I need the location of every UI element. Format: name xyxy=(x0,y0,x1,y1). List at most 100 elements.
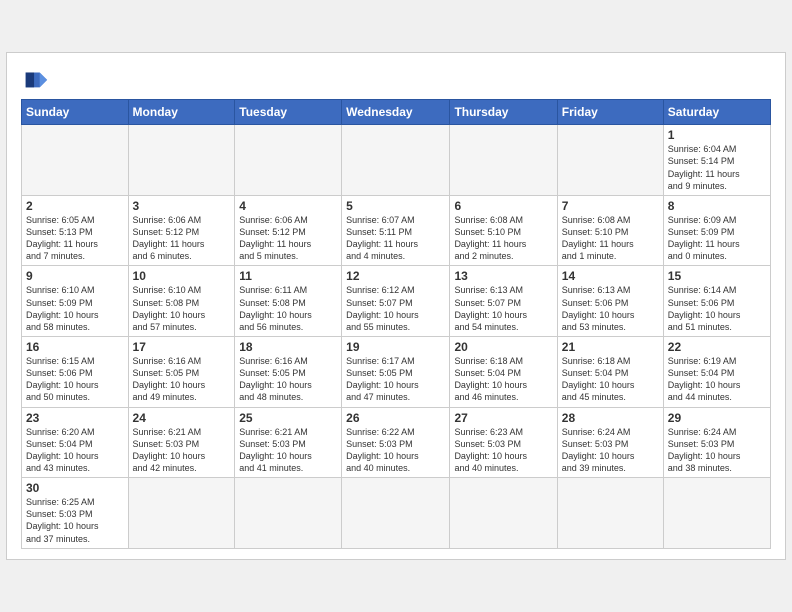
day-info: Sunrise: 6:23 AM Sunset: 5:03 PM Dayligh… xyxy=(454,426,552,475)
day-number: 18 xyxy=(239,340,337,354)
weekday-header-tuesday: Tuesday xyxy=(235,100,342,125)
week-row-0: 1Sunrise: 6:04 AM Sunset: 5:14 PM Daylig… xyxy=(22,125,771,196)
day-number: 22 xyxy=(668,340,766,354)
calendar-cell: 11Sunrise: 6:11 AM Sunset: 5:08 PM Dayli… xyxy=(235,266,342,337)
day-info: Sunrise: 6:12 AM Sunset: 5:07 PM Dayligh… xyxy=(346,284,445,333)
calendar-cell: 24Sunrise: 6:21 AM Sunset: 5:03 PM Dayli… xyxy=(128,407,235,478)
calendar-table: SundayMondayTuesdayWednesdayThursdayFrid… xyxy=(21,99,771,548)
day-info: Sunrise: 6:21 AM Sunset: 5:03 PM Dayligh… xyxy=(239,426,337,475)
day-number: 23 xyxy=(26,411,124,425)
calendar-cell: 3Sunrise: 6:06 AM Sunset: 5:12 PM Daylig… xyxy=(128,195,235,266)
weekday-header-monday: Monday xyxy=(128,100,235,125)
calendar-cell: 9Sunrise: 6:10 AM Sunset: 5:09 PM Daylig… xyxy=(22,266,129,337)
calendar-cell xyxy=(342,478,450,549)
calendar-container: SundayMondayTuesdayWednesdayThursdayFrid… xyxy=(6,52,786,559)
day-info: Sunrise: 6:08 AM Sunset: 5:10 PM Dayligh… xyxy=(562,214,659,263)
calendar-cell: 6Sunrise: 6:08 AM Sunset: 5:10 PM Daylig… xyxy=(450,195,557,266)
calendar-cell: 12Sunrise: 6:12 AM Sunset: 5:07 PM Dayli… xyxy=(342,266,450,337)
calendar-cell: 27Sunrise: 6:23 AM Sunset: 5:03 PM Dayli… xyxy=(450,407,557,478)
day-number: 21 xyxy=(562,340,659,354)
day-info: Sunrise: 6:18 AM Sunset: 5:04 PM Dayligh… xyxy=(454,355,552,404)
day-info: Sunrise: 6:18 AM Sunset: 5:04 PM Dayligh… xyxy=(562,355,659,404)
calendar-cell: 25Sunrise: 6:21 AM Sunset: 5:03 PM Dayli… xyxy=(235,407,342,478)
day-number: 8 xyxy=(668,199,766,213)
calendar-cell: 30Sunrise: 6:25 AM Sunset: 5:03 PM Dayli… xyxy=(22,478,129,549)
calendar-cell xyxy=(22,125,129,196)
day-number: 24 xyxy=(133,411,231,425)
calendar-cell: 1Sunrise: 6:04 AM Sunset: 5:14 PM Daylig… xyxy=(663,125,770,196)
calendar-cell xyxy=(235,478,342,549)
weekday-header-row: SundayMondayTuesdayWednesdayThursdayFrid… xyxy=(22,100,771,125)
week-row-3: 16Sunrise: 6:15 AM Sunset: 5:06 PM Dayli… xyxy=(22,337,771,408)
day-info: Sunrise: 6:16 AM Sunset: 5:05 PM Dayligh… xyxy=(239,355,337,404)
calendar-cell xyxy=(128,125,235,196)
day-number: 27 xyxy=(454,411,552,425)
calendar-cell: 8Sunrise: 6:09 AM Sunset: 5:09 PM Daylig… xyxy=(663,195,770,266)
weekday-header-thursday: Thursday xyxy=(450,100,557,125)
calendar-cell: 20Sunrise: 6:18 AM Sunset: 5:04 PM Dayli… xyxy=(450,337,557,408)
day-number: 28 xyxy=(562,411,659,425)
day-number: 19 xyxy=(346,340,445,354)
week-row-2: 9Sunrise: 6:10 AM Sunset: 5:09 PM Daylig… xyxy=(22,266,771,337)
day-info: Sunrise: 6:24 AM Sunset: 5:03 PM Dayligh… xyxy=(668,426,766,475)
calendar-cell xyxy=(450,125,557,196)
day-info: Sunrise: 6:10 AM Sunset: 5:08 PM Dayligh… xyxy=(133,284,231,333)
day-info: Sunrise: 6:04 AM Sunset: 5:14 PM Dayligh… xyxy=(668,143,766,192)
day-number: 3 xyxy=(133,199,231,213)
calendar-cell xyxy=(557,478,663,549)
day-number: 25 xyxy=(239,411,337,425)
day-number: 20 xyxy=(454,340,552,354)
day-info: Sunrise: 6:07 AM Sunset: 5:11 PM Dayligh… xyxy=(346,214,445,263)
day-number: 9 xyxy=(26,269,124,283)
calendar-cell: 14Sunrise: 6:13 AM Sunset: 5:06 PM Dayli… xyxy=(557,266,663,337)
day-number: 26 xyxy=(346,411,445,425)
day-number: 10 xyxy=(133,269,231,283)
day-info: Sunrise: 6:06 AM Sunset: 5:12 PM Dayligh… xyxy=(239,214,337,263)
calendar-cell xyxy=(450,478,557,549)
calendar-header: SundayMondayTuesdayWednesdayThursdayFrid… xyxy=(22,100,771,125)
day-number: 29 xyxy=(668,411,766,425)
calendar-cell xyxy=(235,125,342,196)
calendar-cell: 4Sunrise: 6:06 AM Sunset: 5:12 PM Daylig… xyxy=(235,195,342,266)
day-number: 7 xyxy=(562,199,659,213)
week-row-1: 2Sunrise: 6:05 AM Sunset: 5:13 PM Daylig… xyxy=(22,195,771,266)
calendar-cell: 21Sunrise: 6:18 AM Sunset: 5:04 PM Dayli… xyxy=(557,337,663,408)
weekday-header-sunday: Sunday xyxy=(22,100,129,125)
day-info: Sunrise: 6:24 AM Sunset: 5:03 PM Dayligh… xyxy=(562,426,659,475)
calendar-cell: 5Sunrise: 6:07 AM Sunset: 5:11 PM Daylig… xyxy=(342,195,450,266)
day-number: 16 xyxy=(26,340,124,354)
day-number: 11 xyxy=(239,269,337,283)
week-row-4: 23Sunrise: 6:20 AM Sunset: 5:04 PM Dayli… xyxy=(22,407,771,478)
calendar-cell: 22Sunrise: 6:19 AM Sunset: 5:04 PM Dayli… xyxy=(663,337,770,408)
day-info: Sunrise: 6:05 AM Sunset: 5:13 PM Dayligh… xyxy=(26,214,124,263)
day-info: Sunrise: 6:13 AM Sunset: 5:07 PM Dayligh… xyxy=(454,284,552,333)
day-info: Sunrise: 6:11 AM Sunset: 5:08 PM Dayligh… xyxy=(239,284,337,333)
calendar-cell: 23Sunrise: 6:20 AM Sunset: 5:04 PM Dayli… xyxy=(22,407,129,478)
day-number: 17 xyxy=(133,340,231,354)
day-number: 1 xyxy=(668,128,766,142)
calendar-cell: 2Sunrise: 6:05 AM Sunset: 5:13 PM Daylig… xyxy=(22,195,129,266)
day-info: Sunrise: 6:13 AM Sunset: 5:06 PM Dayligh… xyxy=(562,284,659,333)
day-info: Sunrise: 6:22 AM Sunset: 5:03 PM Dayligh… xyxy=(346,426,445,475)
calendar-cell: 15Sunrise: 6:14 AM Sunset: 5:06 PM Dayli… xyxy=(663,266,770,337)
day-number: 14 xyxy=(562,269,659,283)
calendar-body: 1Sunrise: 6:04 AM Sunset: 5:14 PM Daylig… xyxy=(22,125,771,548)
day-info: Sunrise: 6:21 AM Sunset: 5:03 PM Dayligh… xyxy=(133,426,231,475)
calendar-cell xyxy=(557,125,663,196)
day-info: Sunrise: 6:10 AM Sunset: 5:09 PM Dayligh… xyxy=(26,284,124,333)
day-number: 6 xyxy=(454,199,552,213)
calendar-cell: 10Sunrise: 6:10 AM Sunset: 5:08 PM Dayli… xyxy=(128,266,235,337)
calendar-cell: 19Sunrise: 6:17 AM Sunset: 5:05 PM Dayli… xyxy=(342,337,450,408)
day-number: 13 xyxy=(454,269,552,283)
day-info: Sunrise: 6:06 AM Sunset: 5:12 PM Dayligh… xyxy=(133,214,231,263)
day-info: Sunrise: 6:25 AM Sunset: 5:03 PM Dayligh… xyxy=(26,496,124,545)
calendar-cell xyxy=(663,478,770,549)
logo-icon xyxy=(21,65,49,93)
calendar-cell: 29Sunrise: 6:24 AM Sunset: 5:03 PM Dayli… xyxy=(663,407,770,478)
calendar-cell: 16Sunrise: 6:15 AM Sunset: 5:06 PM Dayli… xyxy=(22,337,129,408)
day-info: Sunrise: 6:09 AM Sunset: 5:09 PM Dayligh… xyxy=(668,214,766,263)
week-row-5: 30Sunrise: 6:25 AM Sunset: 5:03 PM Dayli… xyxy=(22,478,771,549)
day-number: 12 xyxy=(346,269,445,283)
day-number: 5 xyxy=(346,199,445,213)
weekday-header-wednesday: Wednesday xyxy=(342,100,450,125)
